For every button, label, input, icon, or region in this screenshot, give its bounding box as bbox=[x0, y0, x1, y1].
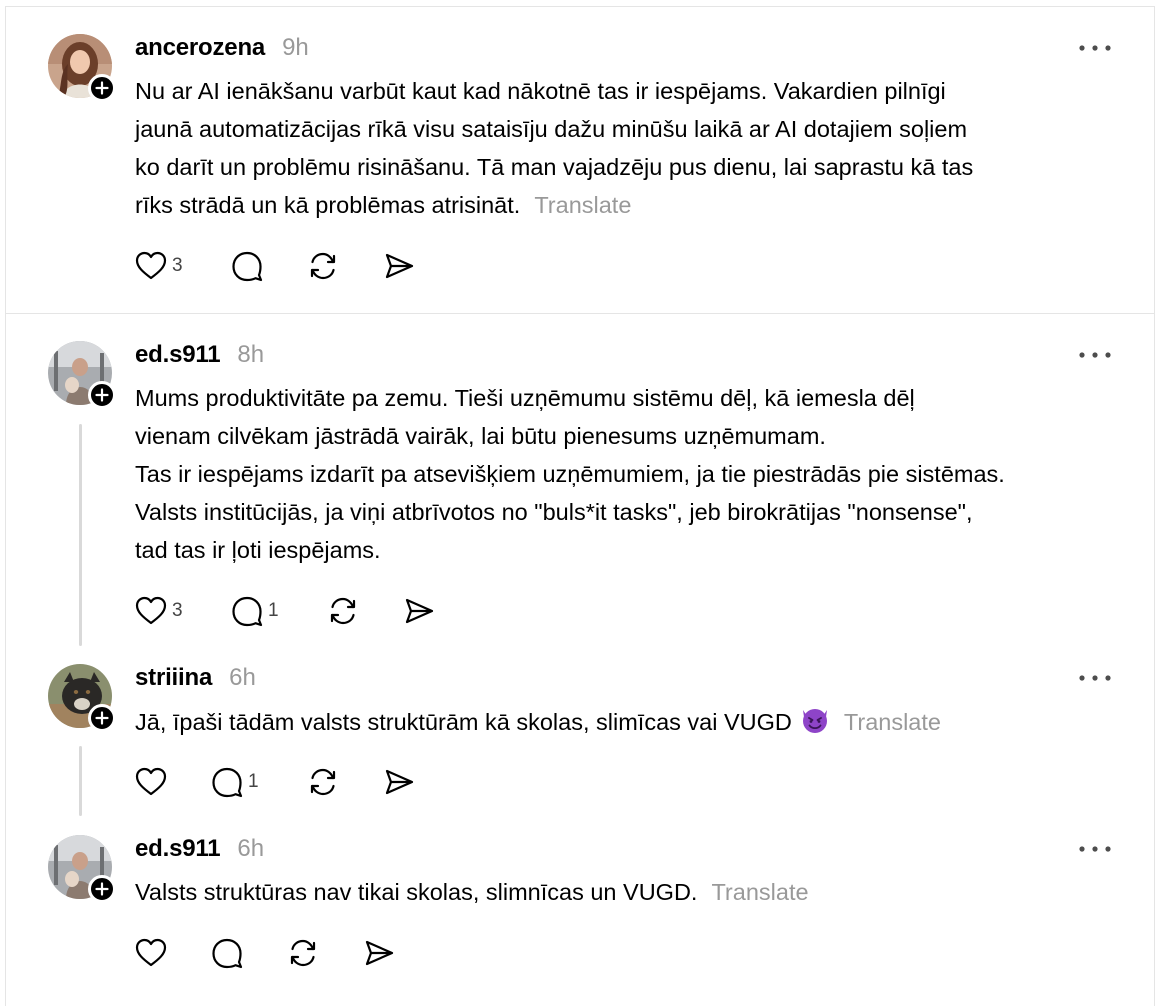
comment-bubble-icon bbox=[232, 596, 263, 627]
send-icon bbox=[385, 769, 414, 795]
timestamp[interactable]: 6h bbox=[229, 664, 256, 692]
post-divider bbox=[5, 313, 1155, 314]
share-button[interactable] bbox=[402, 593, 436, 629]
post-line: Mums produktivitāte pa zemu. Tieši uzņēm… bbox=[135, 385, 915, 411]
reply-count: 1 bbox=[268, 600, 279, 621]
reply-button[interactable] bbox=[210, 935, 248, 971]
plus-icon bbox=[95, 882, 109, 896]
comment-bubble-icon bbox=[212, 938, 243, 969]
comment-bubble-icon bbox=[212, 767, 243, 798]
heart-icon bbox=[135, 938, 167, 967]
like-button[interactable] bbox=[134, 935, 172, 971]
username[interactable]: ed.s911 bbox=[135, 835, 221, 863]
plus-icon bbox=[95, 388, 109, 402]
translate-link[interactable]: Translate bbox=[844, 709, 941, 735]
username[interactable]: ed.s911 bbox=[135, 341, 221, 369]
post-body: Nu ar AI ienākšanu varbūt kaut kad nākot… bbox=[135, 72, 1125, 224]
thread-line bbox=[79, 424, 82, 646]
like-button[interactable]: 3 bbox=[134, 593, 183, 629]
post-line: Nu ar AI ienākšanu varbūt kaut kad nākot… bbox=[135, 78, 946, 104]
timestamp[interactable]: 6h bbox=[237, 835, 264, 863]
post-header: striiina 6h bbox=[135, 664, 256, 694]
like-button[interactable] bbox=[134, 764, 172, 800]
reply-button[interactable]: 1 bbox=[210, 764, 259, 800]
follow-button[interactable] bbox=[88, 875, 116, 903]
smiling-face-with-horns-emoji bbox=[800, 706, 830, 745]
reply-button[interactable] bbox=[230, 248, 268, 284]
reply-button[interactable]: 1 bbox=[230, 593, 279, 629]
repost-button[interactable] bbox=[306, 248, 340, 284]
heart-icon bbox=[135, 251, 167, 280]
post-body: Mums produktivitāte pa zemu. Tieši uzņēm… bbox=[135, 379, 1125, 569]
follow-button[interactable] bbox=[88, 74, 116, 102]
post-line: Valsts institūcijās, ja viņi atbrīvotos … bbox=[135, 499, 973, 525]
avatar-container[interactable] bbox=[48, 341, 116, 409]
share-button[interactable] bbox=[382, 248, 416, 284]
username[interactable]: striiina bbox=[135, 664, 212, 692]
post-line: tad tas ir ļoti iespējams. bbox=[135, 537, 381, 563]
avatar-container[interactable] bbox=[48, 664, 116, 732]
avatar-container[interactable] bbox=[48, 34, 116, 102]
plus-icon bbox=[95, 81, 109, 95]
heart-icon bbox=[135, 767, 167, 796]
reply-count: 1 bbox=[248, 771, 259, 792]
thread-line bbox=[79, 746, 82, 816]
translate-link[interactable]: Translate bbox=[711, 879, 808, 905]
timestamp[interactable]: 9h bbox=[282, 34, 309, 62]
translate-link[interactable]: Translate bbox=[534, 192, 631, 218]
repost-icon bbox=[290, 939, 316, 967]
share-button[interactable] bbox=[362, 935, 396, 971]
more-dots-icon[interactable] bbox=[1078, 673, 1112, 683]
like-count: 3 bbox=[172, 255, 183, 276]
repost-button[interactable] bbox=[326, 593, 360, 629]
more-dots-icon[interactable] bbox=[1078, 350, 1112, 360]
post-header: ancerozena 9h bbox=[135, 34, 309, 64]
post-line: Jā, īpaši tādām valsts struktūrām kā sko… bbox=[135, 709, 792, 735]
avatar-container[interactable] bbox=[48, 835, 116, 903]
follow-button[interactable] bbox=[88, 381, 116, 409]
post-body: Jā, īpaši tādām valsts struktūrām kā sko… bbox=[135, 703, 1125, 745]
post-line: Tas ir iespējams izdarīt pa atsevišķiem … bbox=[135, 461, 1005, 487]
post-line: jaunā automatizācijas rīkā visu sataisīj… bbox=[135, 116, 968, 142]
post-header: ed.s911 8h bbox=[135, 341, 264, 371]
post-line: vienam cilvēkam jāstrādā vairāk, lai būt… bbox=[135, 423, 826, 449]
post-line: rīks strādā un kā problēmas atrisināt. bbox=[135, 192, 521, 218]
follow-button[interactable] bbox=[88, 704, 116, 732]
post-line: ko darīt un problēmu risināšanu. Tā man … bbox=[135, 154, 974, 180]
share-button[interactable] bbox=[382, 764, 416, 800]
timestamp[interactable]: 8h bbox=[237, 341, 264, 369]
post-line: Valsts struktūras nav tikai skolas, slim… bbox=[135, 879, 698, 905]
comment-bubble-icon bbox=[232, 251, 263, 282]
heart-icon bbox=[135, 596, 167, 625]
like-button[interactable]: 3 bbox=[134, 248, 183, 284]
username[interactable]: ancerozena bbox=[135, 34, 265, 62]
plus-icon bbox=[95, 711, 109, 725]
repost-button[interactable] bbox=[306, 764, 340, 800]
post-header: ed.s911 6h bbox=[135, 835, 264, 865]
more-dots-icon[interactable] bbox=[1078, 43, 1112, 53]
more-dots-icon[interactable] bbox=[1078, 844, 1112, 854]
send-icon bbox=[385, 253, 414, 279]
repost-icon bbox=[310, 252, 336, 280]
send-icon bbox=[365, 940, 394, 966]
repost-icon bbox=[330, 597, 356, 625]
like-count: 3 bbox=[172, 600, 183, 621]
send-icon bbox=[405, 598, 434, 624]
post-body: Valsts struktūras nav tikai skolas, slim… bbox=[135, 873, 1125, 911]
repost-button[interactable] bbox=[286, 935, 320, 971]
repost-icon bbox=[310, 768, 336, 796]
